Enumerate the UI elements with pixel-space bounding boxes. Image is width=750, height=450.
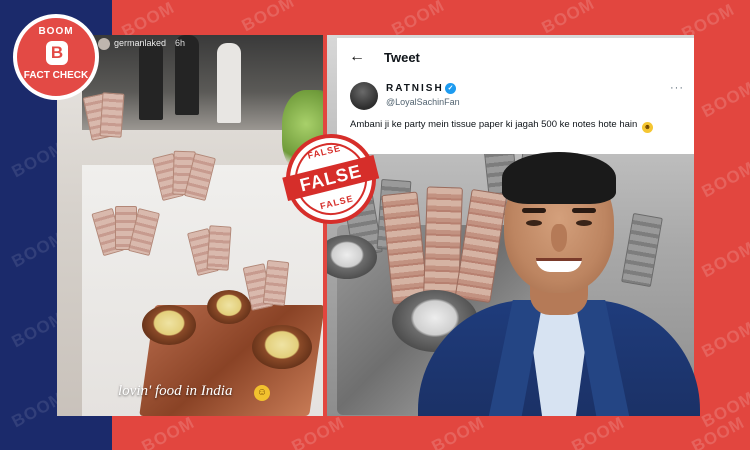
relieved-face-icon: ☺: [254, 385, 270, 401]
tweet-header: ← Tweet: [337, 38, 694, 78]
story-avatar[interactable]: [98, 38, 110, 50]
eye-left: [526, 220, 542, 226]
eye-right: [576, 220, 592, 226]
instagram-story-photo: germanlaked 6h lovin' food in India ☺: [57, 35, 323, 416]
waiter-silhouette: [217, 43, 241, 123]
story-caption: lovin' food in India: [118, 383, 233, 399]
story-timestamp: 6h: [175, 38, 186, 48]
tweet-body: Ambani ji ke party mein tissue paper ki …: [350, 119, 638, 130]
dessert-bowl: [207, 290, 251, 324]
logo-letter: B: [46, 41, 68, 65]
crying-laughing-icon: ☻: [641, 122, 653, 133]
tweet-header-title: Tweet: [384, 50, 420, 65]
eyebrow-right: [572, 208, 596, 213]
story-username[interactable]: germanlaked: [114, 38, 166, 48]
banknote-napkins: [91, 206, 160, 257]
banknote-napkins: [187, 225, 248, 277]
dessert-bowl: [252, 325, 312, 369]
banknote-napkins: [242, 259, 303, 311]
tweet-text: Ambani ji ke party mein tissue paper ki …: [350, 119, 653, 133]
arrow-left-icon[interactable]: ←: [349, 48, 365, 66]
tweet-author-name[interactable]: RATNISH: [386, 83, 444, 94]
nose: [551, 224, 567, 252]
smile: [536, 258, 582, 272]
tweet-card: ← Tweet RATNISH ✓ @LoyalSachinFan ··· Am…: [337, 38, 694, 154]
more-horizontal-icon[interactable]: ···: [670, 82, 684, 94]
logo-wordmark: BOOM: [38, 26, 74, 37]
eyebrow-left: [522, 208, 546, 213]
hair: [502, 152, 616, 204]
logo-tagline: FACT CHECK: [23, 70, 89, 81]
banknote-napkins: [152, 150, 216, 202]
tweet-author-handle[interactable]: @LoyalSachinFan: [386, 97, 460, 107]
verified-badge-icon: ✓: [445, 83, 456, 94]
boom-fact-check-logo: BOOM B FACT CHECK: [13, 14, 99, 100]
dessert-bowl: [142, 305, 196, 345]
person-cutout-photo: [418, 150, 700, 416]
tweet-author-avatar[interactable]: [350, 82, 378, 110]
banknote-napkins: [82, 92, 143, 141]
